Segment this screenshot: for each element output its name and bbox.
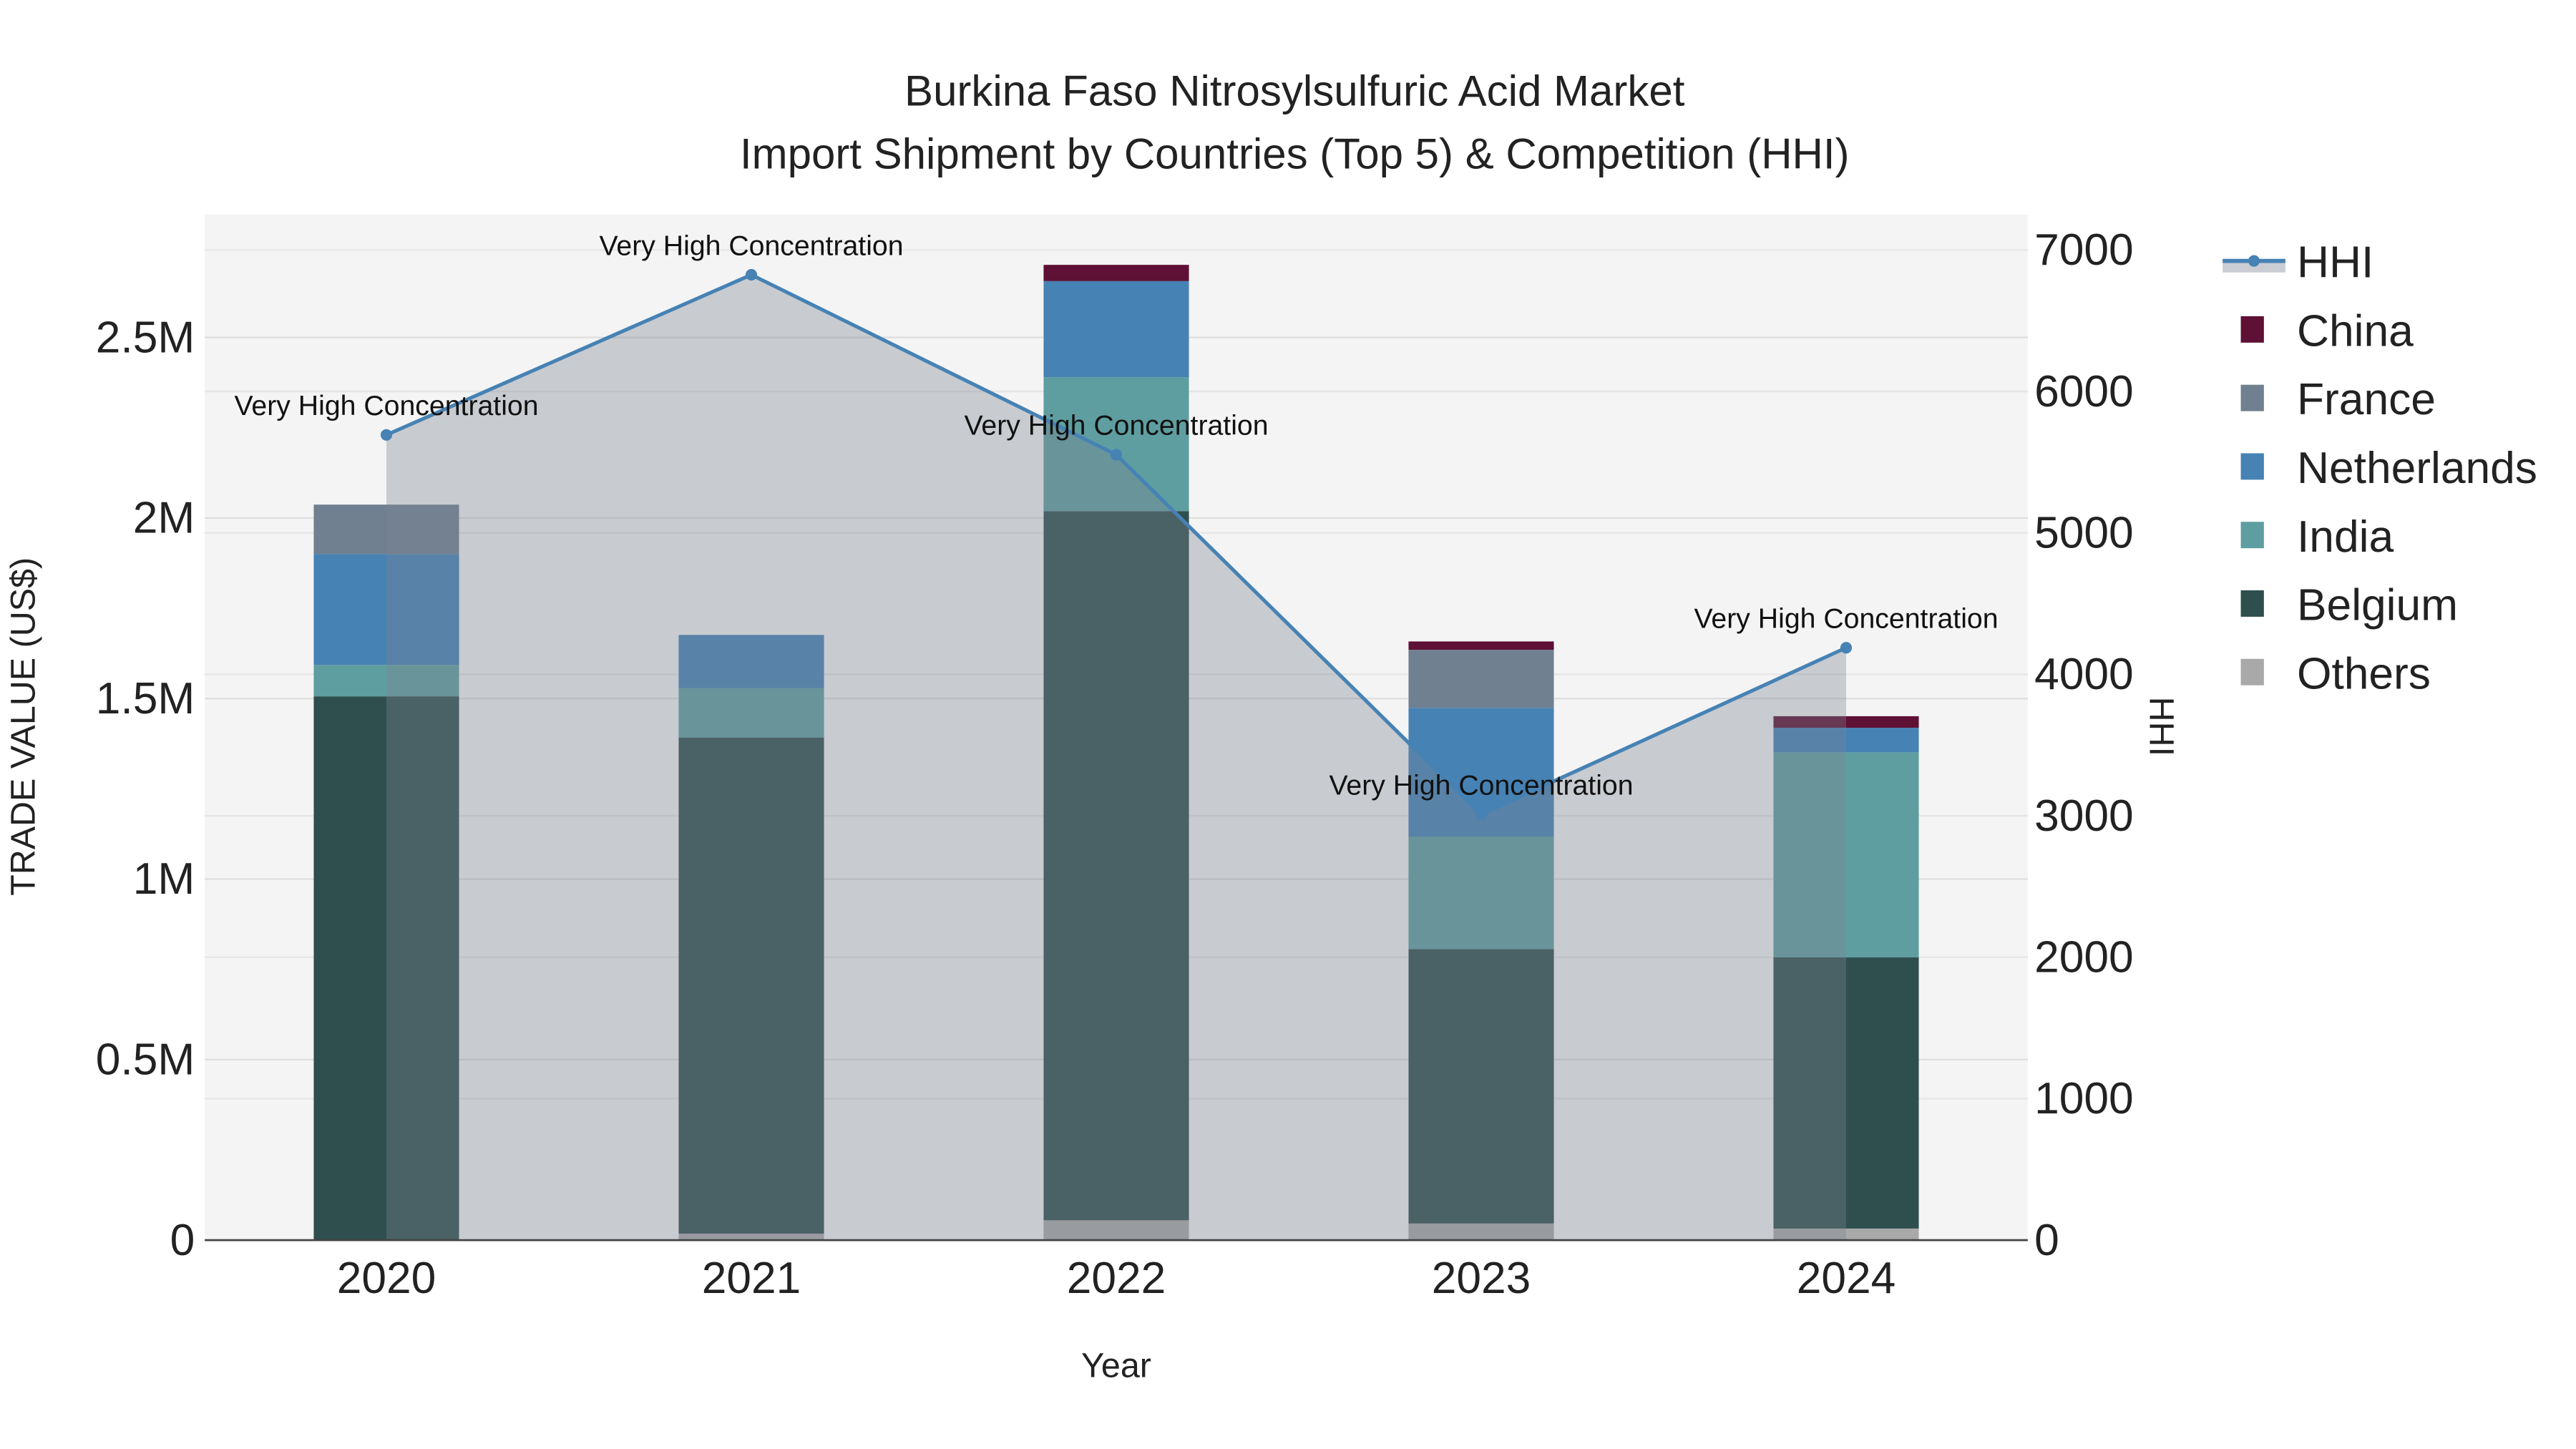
y-tick-label: 0 bbox=[170, 1216, 195, 1265]
y-axis-title: TRADE VALUE (US$) bbox=[4, 557, 42, 896]
hhi-annotation: Very High Concentration bbox=[1694, 603, 1998, 635]
bar-netherlands-2022 bbox=[1043, 280, 1189, 378]
y2-tick-label: 1000 bbox=[2034, 1074, 2134, 1123]
y-tick-label: 1.5M bbox=[96, 674, 195, 723]
y2-tick-label: 6000 bbox=[2034, 367, 2134, 416]
hhi-point-2024 bbox=[1840, 642, 1853, 654]
y2-axis-title: HHI bbox=[2142, 697, 2181, 756]
legend-swatch-china bbox=[2240, 316, 2264, 343]
legend: HHI China France Netherlands India Belgium Oth… bbox=[2223, 238, 2537, 698]
y2-tick-label: 0 bbox=[2034, 1216, 2059, 1265]
hhi-point-2023 bbox=[1475, 809, 1488, 821]
legend-label-others: Others bbox=[2297, 649, 2431, 698]
chart-subtitle: Import Shipment by Countries (Top 5) & C… bbox=[740, 130, 1850, 177]
x-tick-label: 2024 bbox=[1797, 1254, 1896, 1303]
y2-tick-label: 3000 bbox=[2034, 791, 2134, 841]
y-tick-label: 2M bbox=[133, 494, 195, 543]
x-tick-label: 2022 bbox=[1067, 1254, 1166, 1303]
legend-swatch-others bbox=[2240, 658, 2264, 686]
legend-label-india: India bbox=[2297, 512, 2394, 562]
bar-france-2023 bbox=[1408, 650, 1554, 708]
hhi-point-2021 bbox=[745, 268, 758, 281]
x-tick-label: 2020 bbox=[337, 1254, 436, 1303]
chart-title: Burkina Faso Nitrosylsulfuric Acid Marke… bbox=[904, 67, 1685, 115]
chart: Very High Concentration Very High Concent… bbox=[4, 67, 2537, 1385]
legend-label-china: China bbox=[2297, 306, 2414, 356]
y2-tick-label: 7000 bbox=[2034, 225, 2134, 275]
legend-label-france: France bbox=[2297, 375, 2436, 424]
hhi-annotation: Very High Concentration bbox=[964, 410, 1268, 441]
hhi-annotation: Very High Concentration bbox=[234, 390, 538, 421]
bar-china-2022 bbox=[1043, 265, 1189, 281]
y2-tick-label: 2000 bbox=[2034, 933, 2134, 982]
y-tick-label: 1M bbox=[133, 854, 195, 904]
legend-swatch-france bbox=[2240, 384, 2264, 411]
bar-china-2023 bbox=[1408, 641, 1554, 650]
legend-swatch-india bbox=[2240, 522, 2264, 549]
legend-hhi-marker bbox=[2248, 255, 2260, 267]
x-tick-label: 2021 bbox=[702, 1254, 801, 1303]
y-tick-label: 0.5M bbox=[96, 1035, 195, 1085]
legend-label-netherlands: Netherlands bbox=[2297, 444, 2537, 493]
legend-label-hhi: HHI bbox=[2297, 238, 2373, 288]
x-tick-label: 2023 bbox=[1432, 1254, 1531, 1303]
legend-swatch-netherlands bbox=[2240, 453, 2264, 480]
y2-tick-label: 4000 bbox=[2034, 650, 2134, 699]
y-tick-label: 2.5M bbox=[96, 313, 195, 362]
hhi-annotation: Very High Concentration bbox=[599, 230, 903, 261]
x-axis-title: Year bbox=[1081, 1347, 1151, 1385]
legend-label-belgium: Belgium bbox=[2297, 581, 2458, 630]
legend-swatch-belgium bbox=[2240, 590, 2264, 617]
hhi-point-2022 bbox=[1110, 449, 1123, 461]
hhi-annotation: Very High Concentration bbox=[1329, 769, 1633, 801]
hhi-point-2020 bbox=[380, 429, 393, 441]
y2-tick-label: 5000 bbox=[2034, 509, 2134, 558]
